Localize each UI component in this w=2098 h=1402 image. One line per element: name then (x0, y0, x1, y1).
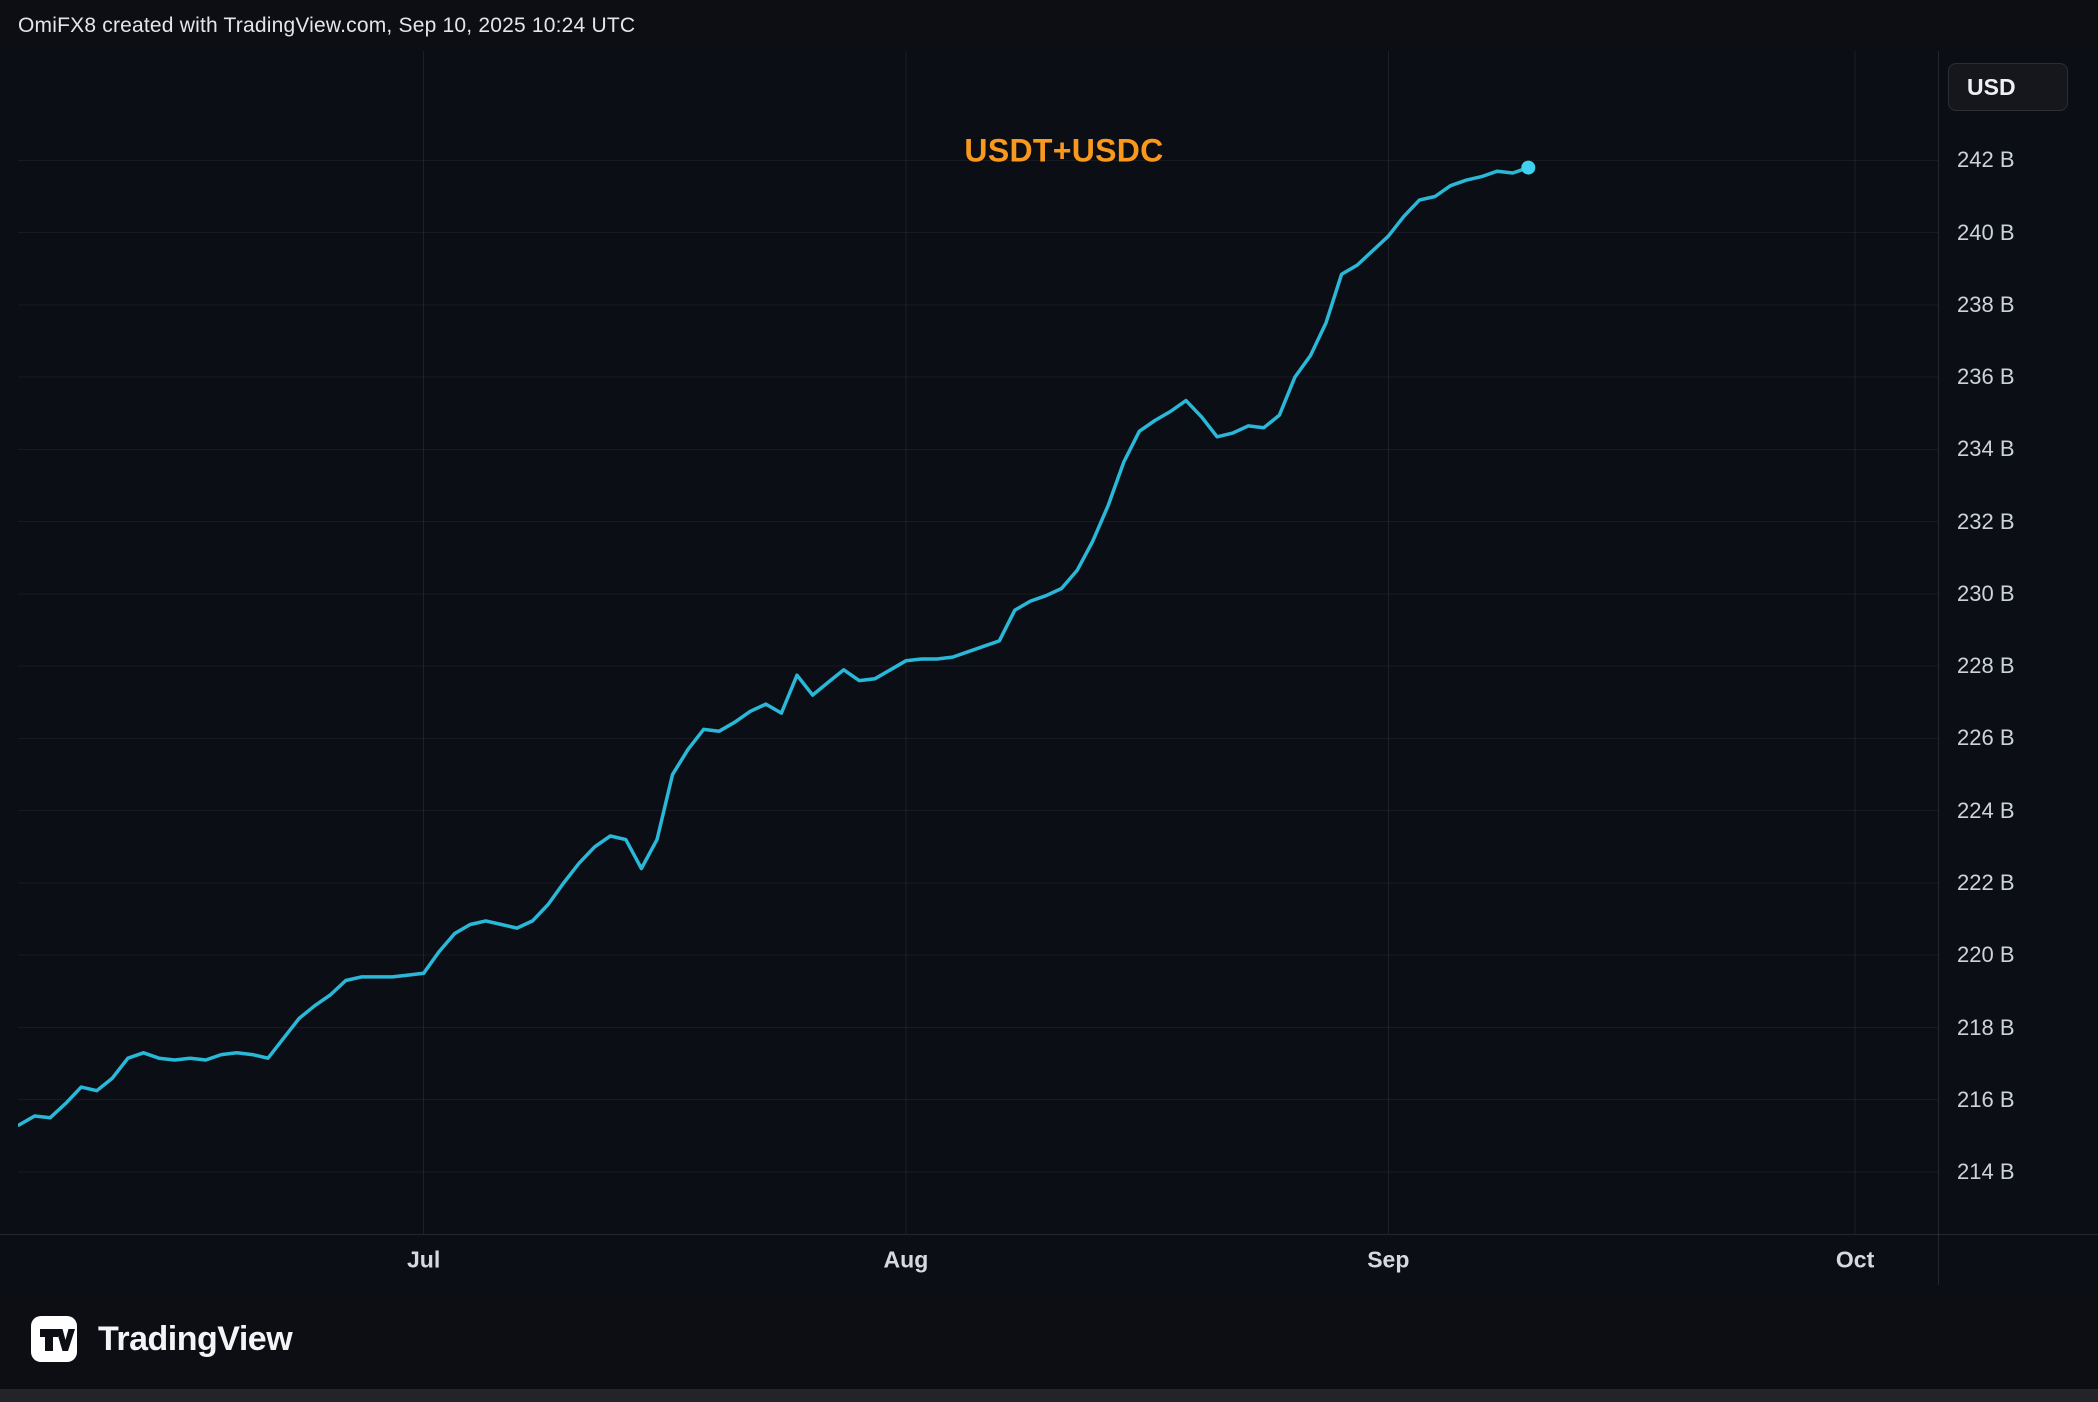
price-tick-label: 230 B (1957, 581, 2015, 607)
price-tick-label: 228 B (1957, 653, 2015, 679)
price-tick-label: 234 B (1957, 436, 2015, 462)
chart-widget: USDT+USDC USD 242 B240 B238 B236 B234 B2… (0, 51, 2098, 1285)
price-tick-label: 236 B (1957, 364, 2015, 390)
tradingview-chart-page: OmiFX8 created with TradingView.com, Sep… (0, 0, 2098, 1402)
price-tick-label: 218 B (1957, 1015, 2015, 1041)
price-tick-label: 240 B (1957, 220, 2015, 246)
time-axis-month-label: Jul (407, 1247, 440, 1274)
price-tick-label: 216 B (1957, 1087, 2015, 1113)
price-tick-label: 214 B (1957, 1159, 2015, 1185)
time-axis-labels: Jul Aug Sep Oct (0, 1235, 2098, 1285)
price-tick-label: 222 B (1957, 870, 2015, 896)
tradingview-logo-icon (30, 1315, 78, 1363)
tradingview-wordmark: TradingView (98, 1320, 292, 1359)
time-axis-month-label: Oct (1836, 1247, 1874, 1274)
price-tick-labels: 242 B 240 B 238 B 236 B 234 B 232 B 230 B 228 B… (1939, 51, 2098, 1285)
price-tick-label: 226 B (1957, 725, 2015, 751)
attribution-link[interactable]: OmiFX8 created with TradingView.com, Sep… (18, 14, 635, 38)
header-bar: OmiFX8 created with TradingView.com, Sep… (0, 0, 2098, 51)
price-tick-label: 220 B (1957, 942, 2015, 968)
price-tick-label: 232 B (1957, 509, 2015, 535)
price-scale[interactable]: USD 242 B240 B238 B236 B234 B232 B230 B2… (1938, 51, 2098, 1285)
bottom-strip (0, 1389, 2098, 1402)
time-axis-month-label: Sep (1367, 1247, 1409, 1274)
price-tick-label: 242 B (1957, 147, 2015, 173)
time-axis-month-label: Aug (884, 1247, 929, 1274)
price-tick-label: 238 B (1957, 292, 2015, 318)
footer: TradingView (0, 1285, 2098, 1402)
tradingview-logo-link[interactable]: TradingView (30, 1315, 292, 1363)
chart-canvas[interactable] (18, 51, 1938, 1234)
last-point-marker (1521, 161, 1535, 175)
price-tick-label: 224 B (1957, 798, 2015, 824)
series-line (19, 168, 1528, 1125)
time-axis[interactable]: Jul Aug Sep Oct (0, 1234, 2098, 1285)
series-label: USDT+USDC (964, 133, 1163, 170)
